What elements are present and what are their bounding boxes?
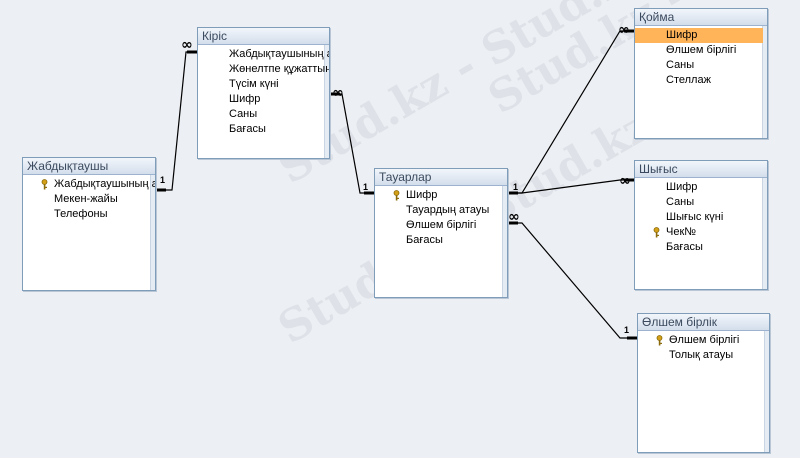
field-row-selected[interactable]: Шифр [635,28,763,43]
field-name: Өлшем бірлігі [666,44,737,56]
field-name: Шифр [406,189,438,201]
table-title[interactable]: Кіріс [198,28,329,45]
primary-key-icon [653,227,660,238]
field-name: Жабдықтаушының атауы [54,178,155,190]
table-olshem-birlik[interactable]: Өлшем бірлік Өлшем бірлігі Толық атауы [637,313,770,453]
primary-key-icon [656,335,663,346]
relationship-line [508,179,634,194]
field-name: Бағасы [666,241,703,253]
field-name: Шифр [666,29,698,41]
table-kiris[interactable]: Кіріс Жабдықтаушының атауы Жөнелтпе құжа… [197,27,330,159]
field-name: Жөнелтпе құжаттың № [229,63,329,75]
field-row[interactable]: Саны [198,107,329,122]
table-title[interactable]: Өлшем бірлік [638,314,769,331]
relationship-label-one: 1 [160,175,165,185]
field-name: Түсім күні [229,78,279,90]
field-name: Шығыс күні [666,211,724,223]
field-name: Саны [666,59,695,71]
field-name: Саны [666,196,695,208]
relationship-line [330,93,374,194]
field-name: Чек№ [666,226,697,238]
relationship-label-one: 1 [513,182,518,192]
field-name: Шифр [229,93,261,105]
field-row[interactable]: Жабдықтаушының атауы [23,177,155,192]
relationship-label-many: ∞ [332,85,344,101]
field-row[interactable]: Түсім күні [198,77,329,92]
field-row[interactable]: Саны [635,58,767,73]
field-name: Өлшем бірлігі [669,334,740,346]
field-row[interactable]: Мекен-жайы [23,192,155,207]
field-row[interactable]: Чек№ [635,225,767,240]
relationship-label-many: ∞ [181,37,193,53]
relationship-line [508,30,634,194]
relationship-label-many: ∞ [508,209,520,225]
field-name: Стеллаж [666,74,711,86]
table-title[interactable]: Қойма [635,9,767,26]
field-name: Өлшем бірлігі [406,219,477,231]
field-row[interactable]: Бағасы [375,233,507,248]
field-name: Толық атауы [669,349,734,361]
relationship-label-many: ∞ [619,173,631,189]
field-row[interactable]: Стеллаж [635,73,767,88]
field-row[interactable]: Тауардың атауы [375,203,507,218]
relationships-canvas[interactable]: Stud.kz - Stud.kz Stud.kz - Stud.kz Stud… [0,0,800,458]
table-tauarlar[interactable]: Тауарлар Шифр Тауардың атауы Өлшем бірлі… [374,168,508,298]
field-name: Шифр [666,181,698,193]
table-title[interactable]: Жабдықтаушы [23,158,155,175]
field-name: Бағасы [229,123,266,135]
field-row[interactable]: Өлшем бірлігі [375,218,507,233]
field-row[interactable]: Бағасы [198,122,329,137]
relationship-label-many: ∞ [618,22,630,38]
field-name: Бағасы [406,234,443,246]
field-row[interactable]: Жөнелтпе құжаттың № [198,62,329,77]
field-row[interactable]: Бағасы [635,240,767,255]
field-row[interactable]: Толық атауы [638,348,769,363]
table-koima[interactable]: Қойма Шифр Өлшем бірлігі Саны Стеллаж [634,8,768,139]
table-zhabdyktaushy[interactable]: Жабдықтаушы Жабдықтаушының атауы Мекен-ж… [22,157,156,291]
primary-key-icon [393,190,400,201]
field-row[interactable]: Шифр [635,180,767,195]
table-title[interactable]: Тауарлар [375,169,507,186]
field-row[interactable]: Шифр [375,188,507,203]
relationship-label-one: 1 [624,325,629,335]
field-name: Тауардың атауы [406,204,490,216]
field-name: Саны [229,108,258,120]
relationship-label-one: 1 [363,182,368,192]
table-shygys[interactable]: Шығыс Шифр Саны Шығыс күні Чек№ Бағасы [634,160,768,290]
field-row[interactable]: Телефоны [23,207,155,222]
relationship-line [508,222,637,339]
primary-key-icon [41,179,48,190]
field-name: Жабдықтаушының атауы [229,48,329,60]
field-row[interactable]: Өлшем бірлігі [635,43,767,58]
field-row[interactable]: Шығыс күні [635,210,767,225]
table-title[interactable]: Шығыс [635,161,767,178]
field-row[interactable]: Жабдықтаушының атауы [198,47,329,62]
relationship-line [156,51,197,191]
field-name: Телефоны [54,208,108,220]
field-name: Мекен-жайы [54,193,118,205]
field-row[interactable]: Шифр [198,92,329,107]
field-row[interactable]: Өлшем бірлігі [638,333,769,348]
field-row[interactable]: Саны [635,195,767,210]
